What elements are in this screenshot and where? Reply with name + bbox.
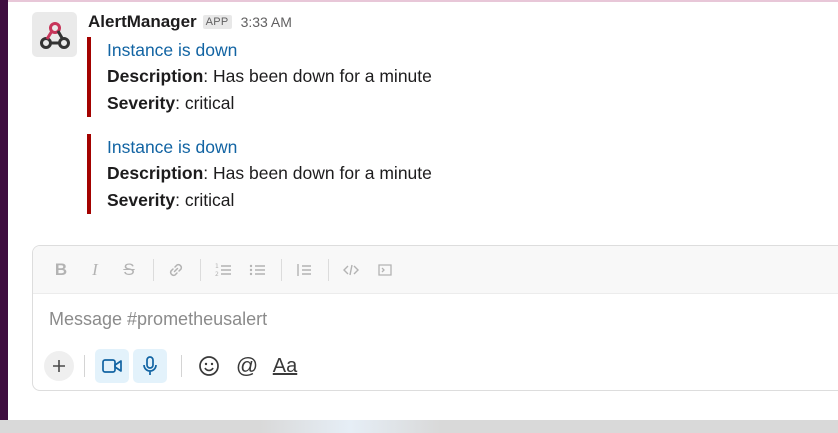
audio-clip-button[interactable] (133, 349, 167, 383)
bold-icon[interactable]: B (45, 256, 77, 284)
ordered-list-icon[interactable]: 12 (207, 256, 239, 284)
bottom-highlight (260, 420, 440, 433)
at-sign-icon: @ (235, 353, 259, 378)
composer-actions: @ Aa (44, 349, 306, 383)
alert-severity: Severity: critical (107, 90, 707, 117)
composer-divider (84, 355, 85, 377)
code-block-icon[interactable] (369, 256, 401, 284)
description-value: : Has been down for a minute (203, 163, 432, 183)
video-icon (102, 359, 122, 373)
alert-title[interactable]: Instance is down (107, 134, 707, 160)
blockquote-icon[interactable] (288, 256, 320, 284)
window-bottom-bar (0, 420, 838, 433)
sidebar-edge (0, 0, 8, 420)
slack-window: AlertManager APP 3:33 AM Instance is dow… (0, 0, 838, 433)
toolbar-divider (328, 258, 329, 281)
alert-severity: Severity: critical (107, 187, 707, 214)
avatar[interactable] (32, 12, 77, 57)
severity-value: : critical (175, 190, 235, 210)
severity-label: Severity (107, 93, 176, 113)
description-label: Description (107, 66, 204, 86)
toolbar-divider (153, 258, 154, 281)
link-icon[interactable] (160, 256, 192, 284)
toolbar-divider (281, 258, 282, 281)
smiley-icon (199, 356, 219, 376)
text-formatting-button[interactable]: Aa (268, 349, 302, 383)
message-composer: B I S 12 Message #prometheusalert @ Aa (32, 245, 838, 391)
text-format-label: Aa (272, 354, 298, 377)
alert-description: Description: Has been down for a minute (107, 160, 707, 187)
description-value: : Has been down for a minute (203, 66, 432, 86)
severity-value: : critical (175, 93, 235, 113)
alert-attachment: Instance is down Description: Has been d… (87, 134, 707, 214)
add-attachment-button[interactable] (44, 351, 74, 381)
microphone-icon (143, 356, 157, 375)
message-timestamp[interactable]: 3:33 AM (241, 14, 292, 30)
sender-name[interactable]: AlertManager (88, 12, 197, 32)
svg-text:2: 2 (215, 271, 219, 278)
formatting-toolbar: B I S 12 (33, 246, 838, 294)
italic-icon[interactable]: I (79, 256, 111, 284)
alert-description: Description: Has been down for a minute (107, 63, 707, 90)
composer-divider (181, 355, 182, 377)
message-header: AlertManager APP 3:33 AM (88, 11, 292, 33)
bulleted-list-icon[interactable] (241, 256, 273, 284)
severity-label: Severity (107, 190, 176, 210)
code-icon[interactable] (335, 256, 367, 284)
emoji-button[interactable] (192, 349, 226, 383)
strikethrough-icon[interactable]: S (113, 256, 145, 284)
mention-button[interactable]: @ (230, 349, 264, 383)
top-divider (8, 0, 838, 2)
video-clip-button[interactable] (95, 349, 129, 383)
toolbar-divider (200, 258, 201, 281)
alert-attachment: Instance is down Description: Has been d… (87, 37, 707, 117)
app-badge: APP (202, 15, 232, 29)
webhook-icon (39, 21, 70, 49)
svg-text:1: 1 (215, 263, 219, 270)
description-label: Description (107, 163, 204, 183)
alert-title[interactable]: Instance is down (107, 37, 707, 63)
message-input[interactable] (49, 304, 838, 334)
